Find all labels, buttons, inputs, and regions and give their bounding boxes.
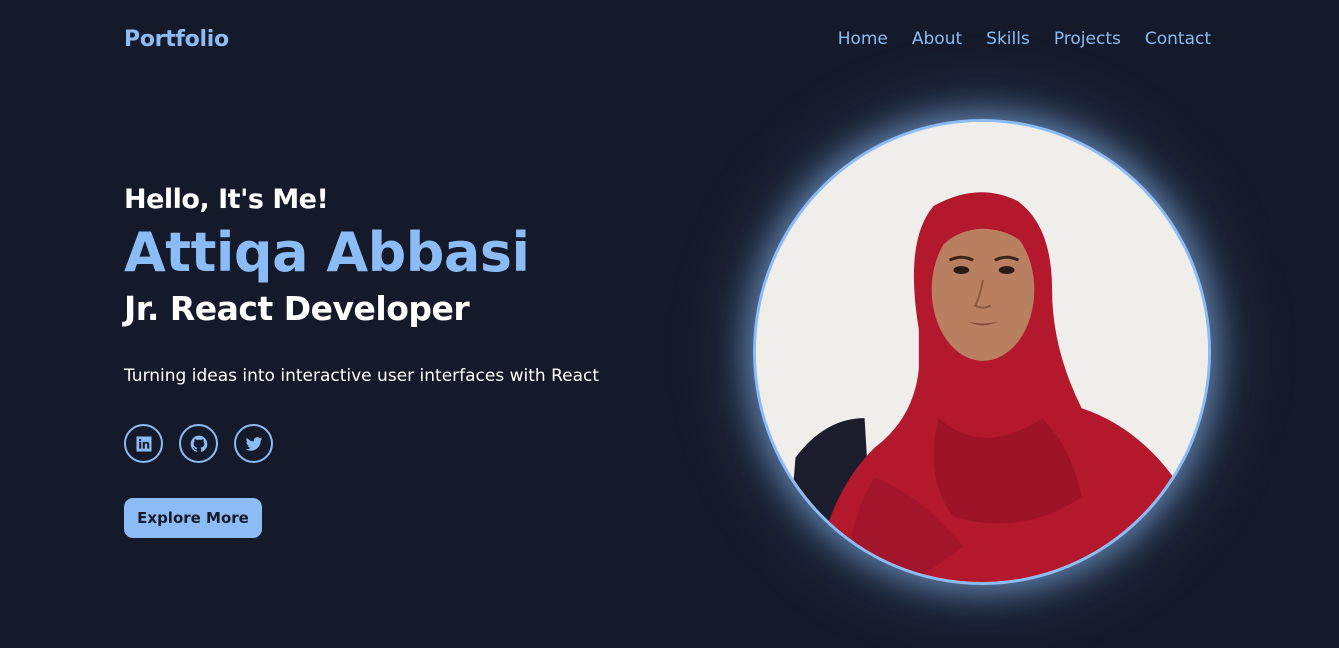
profile-photo-illustration bbox=[756, 122, 1208, 582]
hero-text: Hello, It's Me! Attiqa Abbasi Jr. React … bbox=[124, 180, 684, 538]
hero-name: Attiqa Abbasi bbox=[124, 221, 530, 284]
nav-link-home[interactable]: Home bbox=[838, 29, 888, 49]
hero-role: Jr. React Developer bbox=[124, 289, 470, 328]
github-icon bbox=[190, 435, 207, 452]
nav-link-projects[interactable]: Projects bbox=[1054, 29, 1121, 49]
social-links bbox=[124, 424, 273, 463]
navbar: Portfolio Home About Skills Projects Con… bbox=[124, 20, 1211, 58]
linkedin-icon bbox=[136, 436, 151, 451]
nav-link-about[interactable]: About bbox=[912, 29, 962, 49]
github-link[interactable] bbox=[179, 424, 218, 463]
hero-greeting: Hello, It's Me! bbox=[124, 184, 329, 215]
explore-more-button[interactable]: Explore More bbox=[124, 498, 262, 538]
nav-links: Home About Skills Projects Contact bbox=[838, 29, 1211, 49]
nav-link-skills[interactable]: Skills bbox=[986, 29, 1030, 49]
linkedin-link[interactable] bbox=[124, 424, 163, 463]
brand-logo[interactable]: Portfolio bbox=[124, 27, 229, 52]
twitter-icon bbox=[245, 436, 262, 451]
nav-link-contact[interactable]: Contact bbox=[1145, 29, 1211, 49]
twitter-link[interactable] bbox=[234, 424, 273, 463]
page: Portfolio Home About Skills Projects Con… bbox=[0, 0, 1339, 648]
hero-tagline: Turning ideas into interactive user inte… bbox=[124, 366, 600, 386]
profile-photo bbox=[753, 119, 1211, 585]
